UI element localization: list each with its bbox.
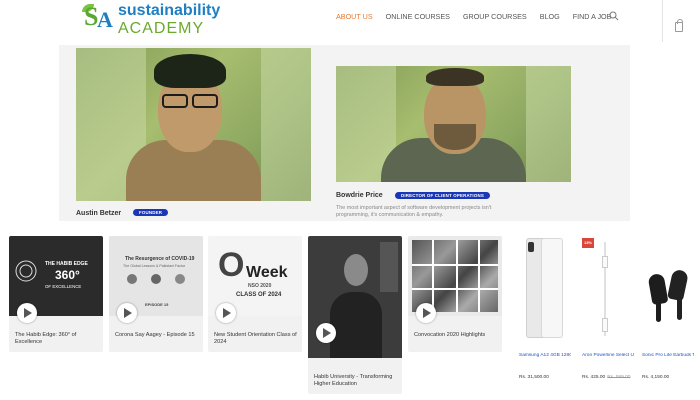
product-price: Rs. 31,500.00	[519, 375, 549, 380]
nav-item-about-us[interactable]: ABOUT US	[336, 12, 373, 21]
thumb-big-text: Week	[246, 264, 288, 281]
title-line: The Habib Edge: 360° of	[15, 332, 77, 338]
play-icon[interactable]	[416, 303, 436, 323]
nav-item-online-courses[interactable]: ONLINE COURSES	[386, 12, 450, 21]
video-card[interactable]: Convocation 2020 Highlights	[408, 236, 502, 352]
team-role-badge: DIRECTOR OF CLIENT OPERATIONS	[395, 192, 490, 199]
thumb-class-label: CLASS OF 2024	[236, 292, 282, 298]
video-title[interactable]: Corona Say Aagey - Episode 15	[115, 332, 201, 339]
title-line: 2024	[214, 339, 227, 345]
price-old: Rs. 599.00	[607, 375, 631, 380]
discount-tag: 13%	[582, 238, 594, 248]
logo-wordmark: sustainability ACADEMY	[118, 2, 220, 38]
logo-line-1: sustainability	[118, 2, 221, 19]
thumb-big-text: 360°	[55, 268, 80, 282]
product-price: Rs. 4,150.00	[642, 375, 669, 380]
thumb-subheading: NSO 2020	[248, 283, 272, 289]
cable-plug	[602, 318, 608, 332]
smartphone-icon	[541, 238, 563, 338]
team-member-name: Austin Betzer	[76, 210, 122, 217]
thumb-subheading: The Global Lessons & Pakistani Factor	[123, 264, 186, 268]
backdrop-panel	[380, 242, 398, 292]
video-title[interactable]: Convocation 2020 Highlights	[414, 332, 500, 339]
video-title[interactable]: Habib University - Transforming Higher E…	[314, 374, 400, 388]
play-icon[interactable]	[117, 303, 137, 323]
title-line: Excellence	[15, 339, 43, 345]
title-line: Convocation 2020 Highlights	[414, 332, 486, 338]
speaker-avatar	[127, 274, 137, 284]
speaker-avatar	[175, 274, 185, 284]
university-seal-icon	[15, 260, 37, 282]
product-image[interactable]: 13%	[582, 236, 634, 341]
speaker-head	[344, 254, 368, 286]
bio-line: programming, it's communication & empath…	[336, 212, 444, 218]
earbud-stem	[656, 300, 661, 322]
price-current: Rs. 31,500.00	[519, 375, 549, 380]
nav-item-group-courses[interactable]: GROUP COURSES	[463, 12, 527, 21]
team-member-bio: The most important aspect of software de…	[336, 205, 536, 219]
video-title[interactable]: New Student Orientation Class of 2024	[214, 332, 300, 346]
nav-item-blog[interactable]: BLOG	[540, 12, 560, 21]
title-line: New Student Orientation Class of	[214, 332, 297, 338]
team-member-name: Bowdrie Price	[336, 192, 383, 199]
team-section: Austin Betzer FOUNDER Bowdrie Price DIRE…	[59, 45, 630, 221]
logo-letter-a: A	[97, 7, 113, 32]
header-divider	[662, 0, 663, 42]
bio-line: The most important aspect of software de…	[336, 205, 492, 211]
product-name[interactable]: Aron Powerline Select USB-C Cable 1.2m	[582, 353, 634, 359]
video-card[interactable]: THE HABIB EDGE 360° OF EXCELLENCE The Ha…	[9, 236, 103, 352]
thumb-subheading: OF EXCELLENCE	[45, 284, 82, 289]
site-header: S A sustainability ACADEMY ABOUT US ONLI…	[0, 0, 700, 42]
team-role-badge: FOUNDER	[133, 209, 169, 216]
play-icon[interactable]	[17, 303, 37, 323]
team-photo-bowdrie	[336, 66, 571, 182]
price-current: Rs. 425.00	[582, 375, 606, 380]
product-name[interactable]: Samsung A12 4GB 128GB White Smartphone	[519, 353, 571, 359]
nav-item-find-a-job[interactable]: FIND A JOB	[573, 12, 612, 21]
video-card[interactable]: Habib University - Transforming Higher E…	[308, 236, 402, 394]
thumb-big-letter: O	[218, 246, 245, 284]
shopping-bag-icon[interactable]	[675, 19, 683, 32]
photo-collage	[412, 240, 498, 312]
speaker-figure	[330, 292, 382, 358]
price-current: Rs. 4,150.00	[642, 375, 670, 380]
logo-line-2: ACADEMY	[118, 20, 205, 37]
search-icon[interactable]	[609, 11, 619, 21]
play-icon[interactable]	[216, 303, 236, 323]
earbud-stem	[677, 296, 682, 320]
team-photo-austin	[76, 48, 311, 201]
episode-label: EPISODE 15	[145, 302, 169, 307]
video-card[interactable]: O Week NSO 2020 CLASS OF 2024 New Studen…	[208, 236, 302, 352]
cable-plug	[602, 256, 608, 268]
thumb-heading: The Resurgence of COVID-19	[125, 256, 195, 262]
product-name[interactable]: Sonic Pro Lite Earbuds TWS Bluetooth Ear…	[642, 353, 694, 359]
speaker-avatar	[151, 274, 161, 284]
main-nav: ABOUT US ONLINE COURSES GROUP COURSES BL…	[336, 12, 624, 21]
video-card[interactable]: The Resurgence of COVID-19 The Global Le…	[109, 236, 203, 352]
thumb-heading: THE HABIB EDGE	[45, 261, 88, 267]
product-price: Rs. 425.00 Rs. 599.00	[582, 375, 630, 380]
product-image[interactable]	[519, 236, 571, 341]
title-line: Corona Say Aagey - Episode 15	[115, 332, 195, 338]
camera-icon	[528, 242, 534, 252]
title-line: Higher Education	[314, 381, 357, 387]
product-image[interactable]	[642, 236, 694, 341]
title-line: Habib University - Transforming	[314, 374, 393, 380]
site-logo[interactable]: S A sustainability ACADEMY	[82, 2, 220, 38]
video-title[interactable]: The Habib Edge: 360° of Excellence	[15, 332, 101, 346]
logo-mark-icon: S A	[82, 2, 116, 36]
play-icon[interactable]	[316, 323, 336, 343]
